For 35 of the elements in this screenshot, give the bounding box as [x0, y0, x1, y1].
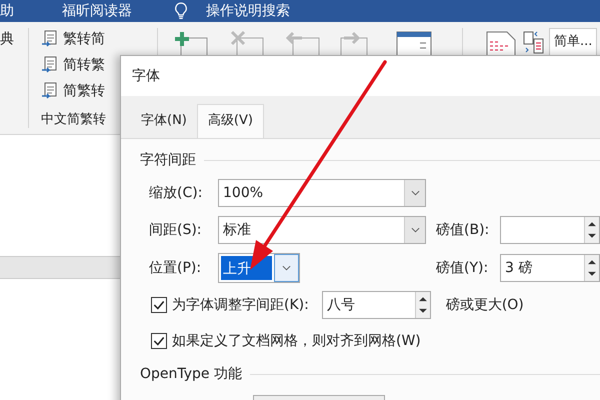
lightbulb-icon[interactable]	[174, 2, 188, 20]
field-label: 缩放(C):	[149, 184, 204, 202]
document-arrow-icon	[41, 56, 59, 74]
compare-icon[interactable]	[523, 30, 545, 56]
points-spinbox[interactable]: 3 磅	[500, 254, 600, 282]
document-arrow-icon	[41, 30, 59, 48]
ribbon-label: 典	[0, 31, 14, 47]
window-icon[interactable]	[396, 30, 432, 58]
checkbox-label: 为字体调整字间距(K):	[172, 296, 309, 314]
checkbox[interactable]	[151, 333, 167, 349]
document-arrow-icon	[41, 82, 59, 100]
group-label: 中文简繁转	[41, 111, 106, 128]
style-field[interactable]: 简单...	[549, 28, 598, 56]
chevron-down-icon	[410, 190, 420, 196]
checkbox-label: 如果定义了文档网格，则对齐到网格(W)	[172, 332, 421, 350]
scale-dropdown[interactable]: 100%	[218, 179, 426, 207]
spacing-dropdown[interactable]: 标准	[218, 216, 426, 244]
position-dropdown[interactable]: 上升	[221, 256, 272, 280]
section-title: 字符间距	[140, 151, 196, 169]
menu-tab[interactable]: 福昕阅读器	[62, 2, 132, 20]
field-label: 间距(S):	[149, 221, 203, 239]
dropdown-button[interactable]	[274, 254, 299, 282]
field-label: 磅值(Y):	[436, 259, 490, 277]
kerning-spinbox[interactable]: 八号	[322, 291, 431, 319]
chevron-down-icon	[410, 227, 420, 233]
chevron-down-icon	[282, 265, 291, 271]
convert-button[interactable]: 繁转简	[41, 28, 157, 50]
field-label: 磅或更大(O)	[446, 296, 524, 314]
field-label: 位置(P):	[149, 259, 202, 277]
field-label: 磅值(B):	[436, 221, 490, 239]
tab[interactable]: 高级(V)	[196, 104, 264, 138]
menu-tab[interactable]: 操作说明搜索	[206, 2, 290, 20]
checkbox[interactable]	[151, 297, 167, 313]
menu-tab[interactable]: 助	[0, 2, 14, 20]
section-title: OpenType 功能	[140, 365, 242, 383]
